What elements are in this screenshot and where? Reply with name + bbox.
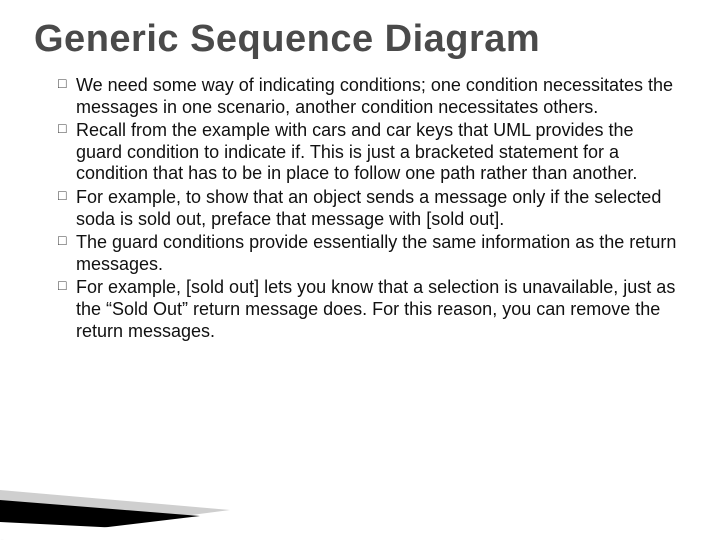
corner-decoration (0, 450, 280, 540)
slide-title: Generic Sequence Diagram (34, 18, 686, 61)
list-item: Recall from the example with cars and ca… (58, 120, 678, 185)
bullet-list: We need some way of indicating condition… (34, 75, 686, 342)
list-item: For example, to show that an object send… (58, 187, 678, 230)
slide: Generic Sequence Diagram We need some wa… (0, 0, 720, 342)
list-item: We need some way of indicating condition… (58, 75, 678, 118)
list-item: For example, [sold out] lets you know th… (58, 277, 678, 342)
list-item: The guard conditions provide essentially… (58, 232, 678, 275)
